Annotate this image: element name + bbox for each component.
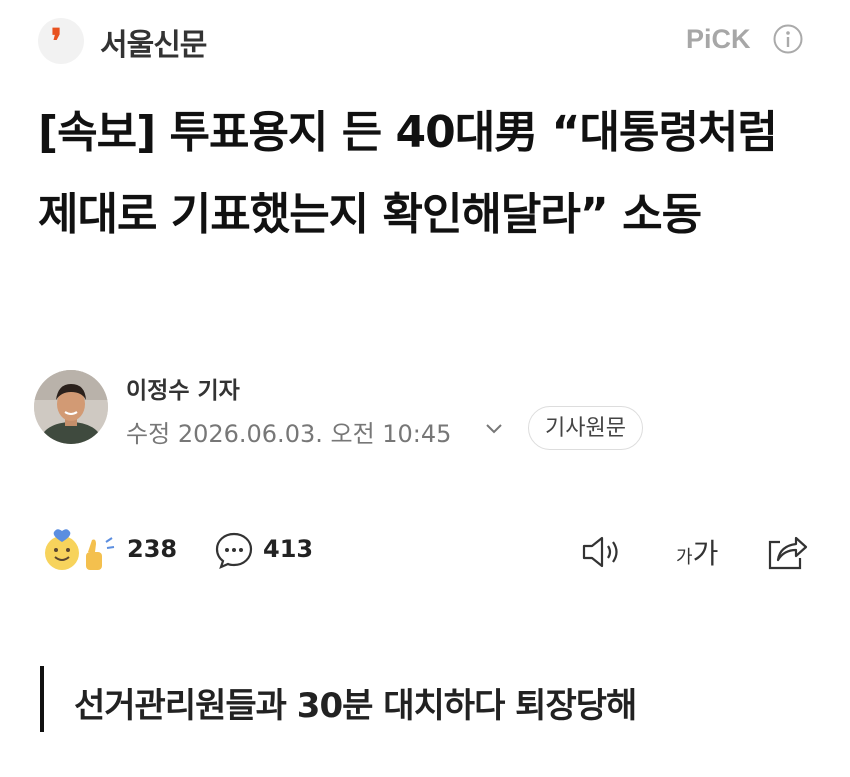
article-datetime: 2026.06.03. 오전 10:45	[177, 420, 452, 448]
article-headline: [속보] 투표용지 든 40대男 “대통령처럼 제대로 기표했는지 확인해달라”…	[38, 107, 778, 240]
article-dateline: 수정 2026.06.03. 오전 10:45	[126, 414, 451, 449]
comment-count[interactable]: 413	[263, 535, 313, 563]
comment-icon[interactable]	[214, 530, 254, 570]
article-header: ❜ 서울신문 PiCK	[0, 0, 850, 80]
article-subheading: 선거관리원들과 30분 대치하다 퇴장당해	[74, 686, 637, 726]
chevron-down-icon[interactable]	[482, 420, 506, 438]
speaker-icon[interactable]	[580, 534, 626, 570]
original-article-button[interactable]: 기사원문	[528, 406, 643, 450]
reporter-avatar[interactable]	[34, 370, 108, 444]
font-size-button[interactable]: 가가	[676, 532, 718, 572]
font-size-large: 가	[692, 537, 719, 570]
avatar-image	[34, 370, 108, 444]
reporter-name[interactable]: 이정수 기자	[126, 371, 240, 405]
pick-label: PiCK	[686, 24, 751, 54]
reaction-count: 238	[127, 535, 178, 563]
press-logo-icon[interactable]: ❜	[38, 18, 84, 64]
reaction-emoji-icon[interactable]	[42, 528, 118, 574]
share-icon[interactable]	[764, 530, 808, 572]
edited-label: 수정	[126, 420, 171, 448]
press-name[interactable]: 서울신문	[100, 20, 207, 64]
press-logo-glyph: ❜	[51, 22, 62, 62]
font-size-small: 가	[676, 547, 693, 568]
subheading-bar	[40, 666, 44, 732]
info-icon[interactable]	[772, 23, 804, 55]
